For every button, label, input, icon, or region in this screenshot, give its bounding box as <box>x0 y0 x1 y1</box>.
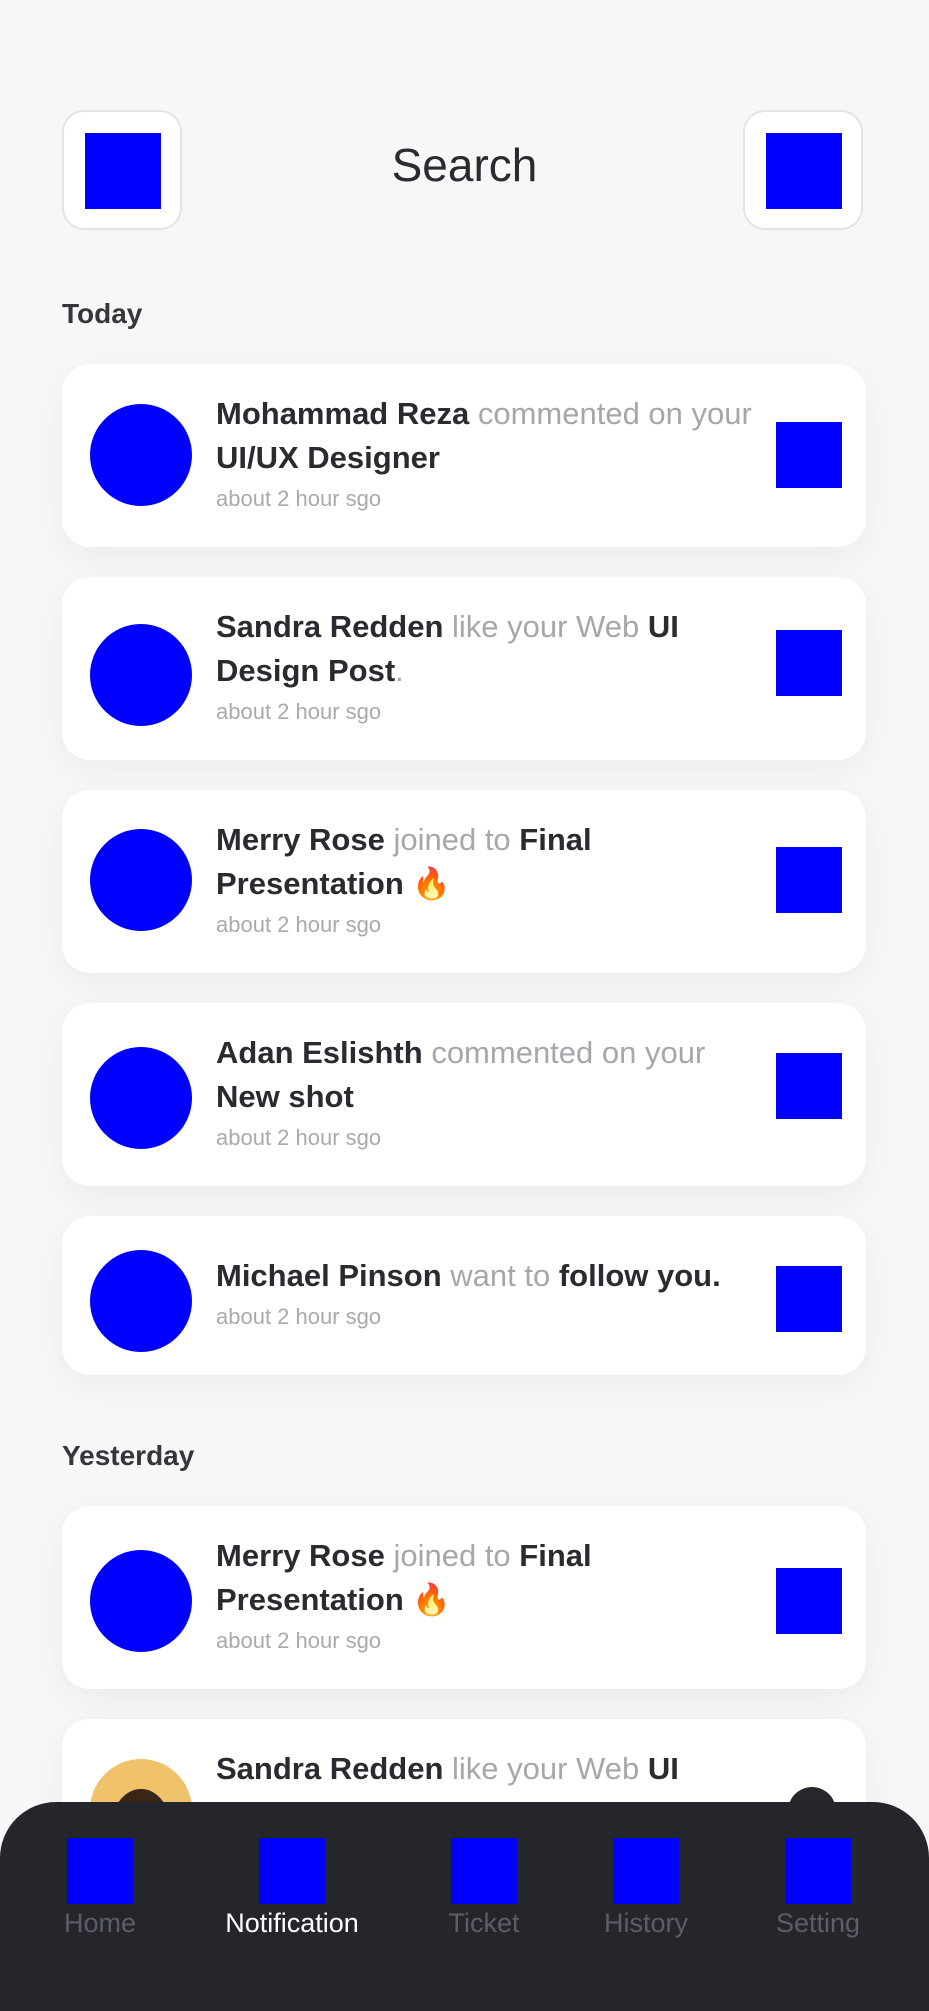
avatar <box>90 624 192 726</box>
nav-item-history[interactable]: History <box>596 1838 696 1939</box>
notification-text: Merry Rose joined to Final Presentation … <box>216 818 776 942</box>
post-thumbnail[interactable] <box>776 1568 842 1634</box>
notification-time: about 2 hour sgo <box>216 486 382 511</box>
notification-text: Mohammad Reza commented on your UI/UX De… <box>216 392 776 516</box>
section-label-today: Today <box>62 298 143 329</box>
follow-action-icon[interactable] <box>776 1266 842 1332</box>
notification-card[interactable]: Mohammad Reza commented on your UI/UX De… <box>62 364 866 547</box>
avatar <box>90 404 192 506</box>
nav-item-home[interactable]: Home <box>58 1838 142 1939</box>
bottom-navigation: Home Notification Ticket History Setting <box>0 1802 929 2011</box>
menu-icon <box>766 133 842 209</box>
post-thumbnail[interactable] <box>776 630 842 696</box>
nav-item-notification[interactable]: Notification <box>216 1838 368 1939</box>
post-thumbnail[interactable] <box>776 1053 842 1119</box>
section-label-yesterday: Yesterday <box>62 1440 195 1471</box>
nav-item-ticket[interactable]: Ticket <box>444 1838 524 1939</box>
home-icon <box>67 1838 133 1904</box>
notification-card[interactable]: Michael Pinson want to follow you. about… <box>62 1216 866 1375</box>
notification-time: about 2 hour sgo <box>216 699 382 724</box>
notification-text: Merry Rose joined to Final Presentation … <box>216 1534 776 1658</box>
post-thumbnail[interactable] <box>776 422 842 488</box>
notification-time: about 2 hour sgo <box>216 1628 382 1653</box>
gear-icon <box>785 1838 851 1904</box>
menu-button[interactable] <box>743 110 863 230</box>
header: Search <box>0 0 929 260</box>
avatar <box>90 829 192 931</box>
history-icon <box>613 1838 679 1904</box>
notification-text: Adan Eslishth commented on your New shot… <box>216 1031 776 1155</box>
notification-card[interactable]: Merry Rose joined to Final Presentation … <box>62 790 866 973</box>
bell-icon <box>259 1838 325 1904</box>
avatar <box>90 1550 192 1652</box>
notification-time: about 2 hour sgo <box>216 1304 382 1329</box>
notification-card[interactable]: Adan Eslishth commented on your New shot… <box>62 1003 866 1186</box>
notification-time: about 2 hour sgo <box>216 912 382 937</box>
notification-text: Sandra Redden like your Web UI Design Po… <box>216 605 776 729</box>
notification-time: about 2 hour sgo <box>216 1125 382 1150</box>
ticket-icon <box>451 1838 517 1904</box>
notification-text: Sandra Redden like your Web UI <box>216 1751 679 1786</box>
avatar <box>90 1047 192 1149</box>
notification-card[interactable]: Merry Rose joined to Final Presentation … <box>62 1506 866 1689</box>
nav-item-setting[interactable]: Setting <box>768 1838 868 1939</box>
avatar <box>90 1250 192 1352</box>
post-thumbnail[interactable] <box>776 847 842 913</box>
notification-text: Michael Pinson want to follow you. about… <box>216 1254 796 1334</box>
notification-card[interactable]: Sandra Redden like your Web UI Design Po… <box>62 577 866 760</box>
